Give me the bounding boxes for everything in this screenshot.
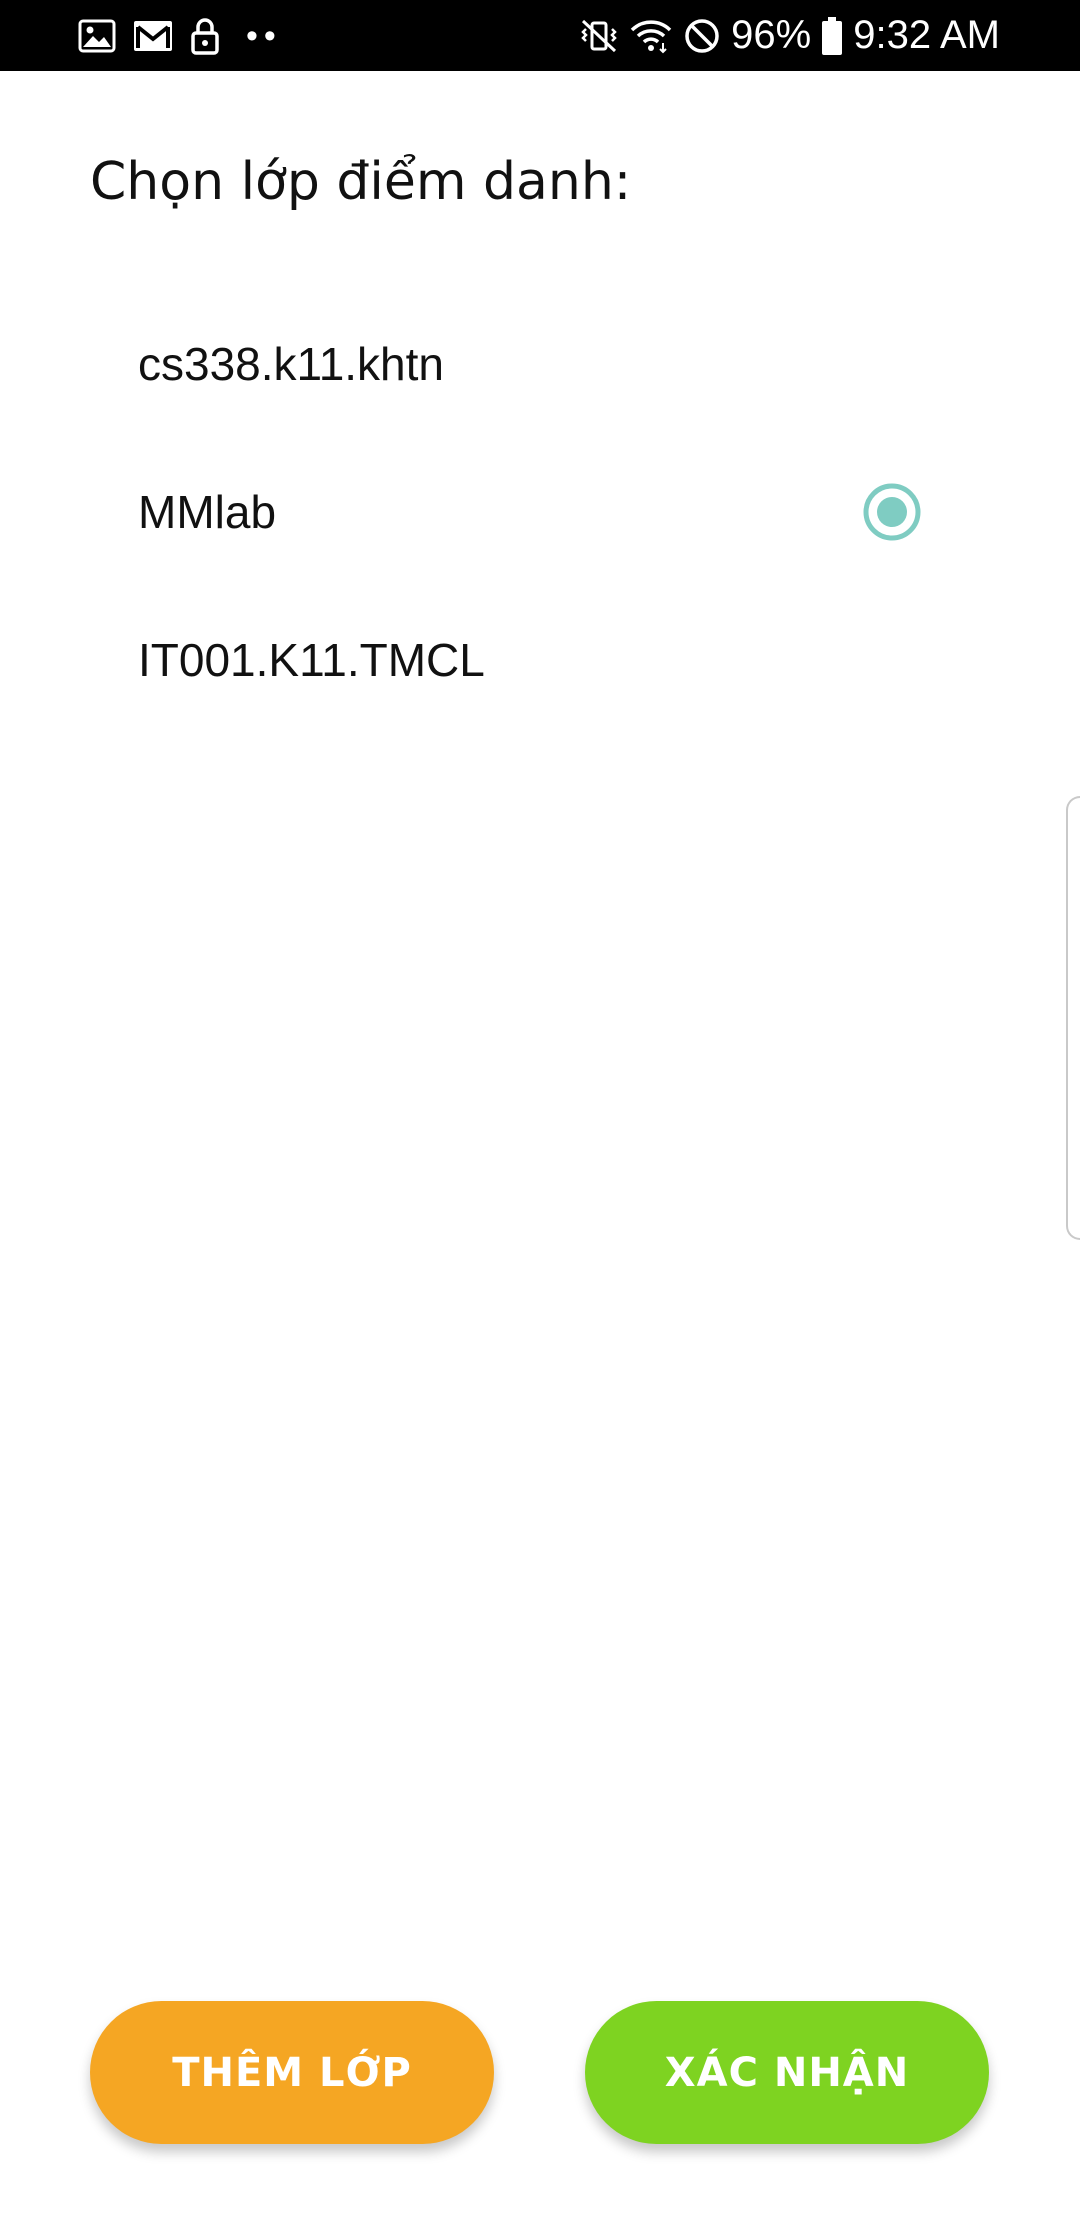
wifi-icon [629, 17, 673, 55]
gallery-icon [78, 19, 116, 53]
class-option[interactable]: cs338.k11.khtn [0, 290, 1080, 438]
confirm-button[interactable]: XÁC NHẬN [585, 2001, 989, 2144]
status-bar: •• 96% 9:32 AM [0, 0, 1080, 71]
add-class-button[interactable]: THÊM LỚP [90, 2001, 494, 2144]
edge-panel-handle[interactable] [1066, 796, 1080, 1240]
class-option-selected[interactable]: MMlab [0, 438, 1080, 586]
mute-vibrate-icon [579, 17, 619, 55]
page-title: Chọn lớp điểm danh: [90, 152, 632, 212]
class-option-label: IT001.K11.TMCL [138, 634, 485, 686]
more-notifications-icon: •• [246, 16, 282, 55]
screen: •• 96% 9:32 AM Chọn lớp điểm danh: cs338… [0, 0, 1080, 2220]
battery-icon [821, 16, 843, 56]
lock-icon [190, 17, 220, 55]
radio-selected-icon[interactable] [862, 482, 922, 542]
do-not-disturb-icon [683, 17, 721, 55]
gmail-icon [132, 19, 174, 53]
class-option-label: cs338.k11.khtn [138, 338, 445, 390]
status-bar-left: •• [78, 0, 282, 71]
status-bar-right: 96% 9:32 AM [579, 0, 1000, 71]
battery-percent: 96% [731, 13, 812, 57]
class-option-label: MMlab [138, 486, 277, 538]
class-option[interactable]: IT001.K11.TMCL [0, 586, 1080, 734]
clock: 9:32 AM [853, 13, 1000, 57]
